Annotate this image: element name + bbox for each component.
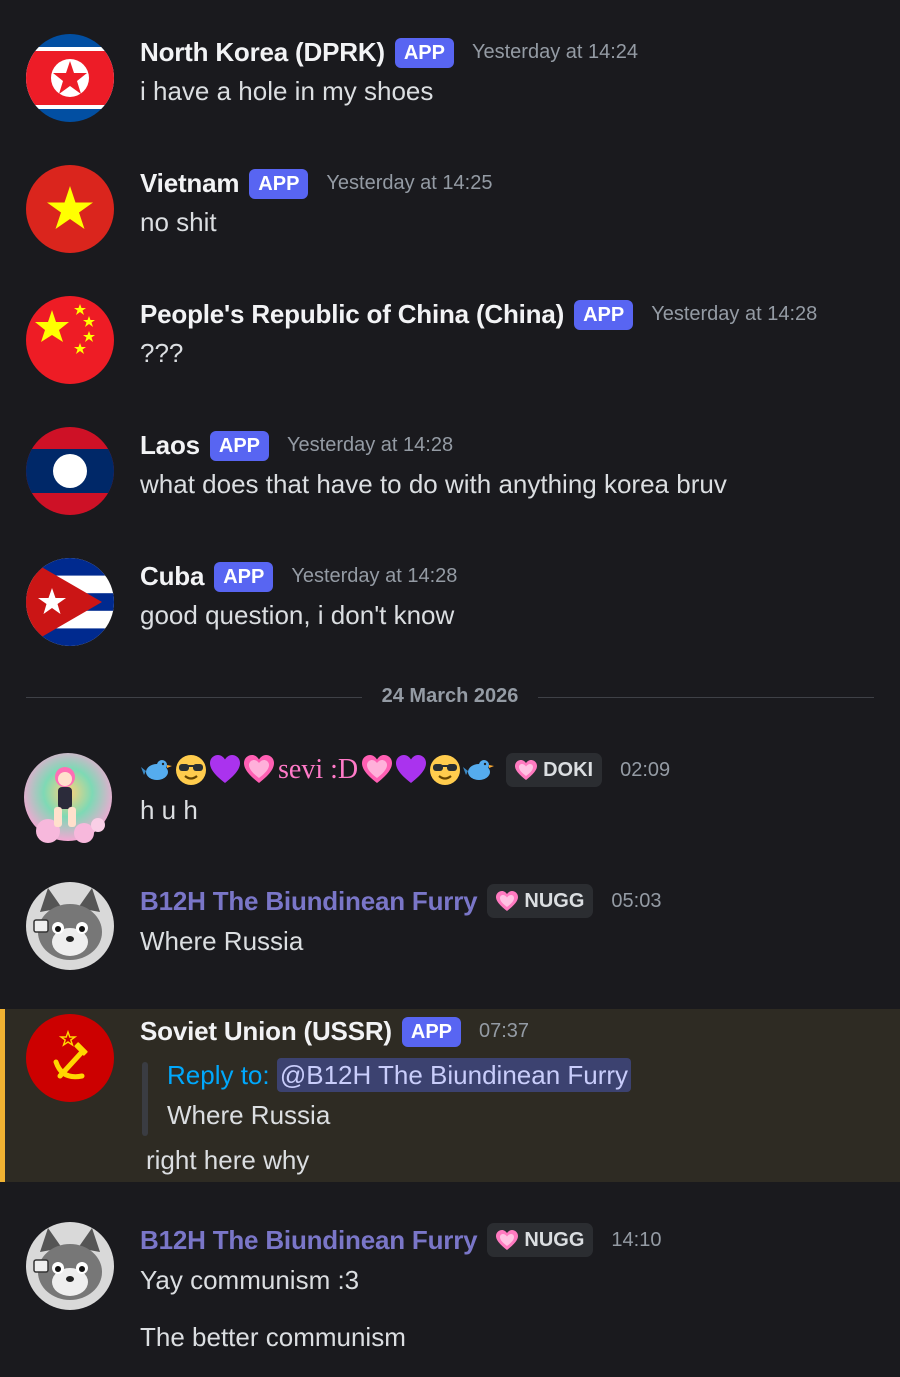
message-text: The better communism bbox=[140, 1322, 406, 1352]
reply-header[interactable]: Reply to: @B12H The Biundinean Furry bbox=[167, 1058, 632, 1092]
app-badge: APP bbox=[401, 1016, 461, 1047]
purple-heart-icon bbox=[210, 755, 240, 783]
app-badge: APP bbox=[249, 168, 309, 199]
author-name[interactable]: Soviet Union (USSR) bbox=[140, 1016, 392, 1047]
reply-quote-bar bbox=[142, 1062, 148, 1136]
message-text: h u h bbox=[140, 795, 198, 825]
tag-label: DOKI bbox=[543, 759, 594, 781]
app-badge: APP bbox=[574, 299, 634, 330]
message-text: what does that have to do with anything … bbox=[140, 469, 727, 499]
server-tag-badge[interactable]: NUGG bbox=[487, 1223, 594, 1257]
author-name[interactable]: Laos bbox=[140, 430, 200, 461]
date-divider: 24 March 2026 bbox=[26, 685, 874, 707]
reply-quoted-text: Where Russia bbox=[167, 1100, 331, 1130]
furry-avatar-icon[interactable] bbox=[26, 882, 114, 970]
timestamp: Yesterday at 14:28 bbox=[287, 434, 454, 456]
timestamp: 02:09 bbox=[620, 758, 671, 781]
bird-icon bbox=[463, 760, 495, 780]
laos-flag-icon[interactable] bbox=[26, 427, 114, 515]
furry-avatar-icon[interactable] bbox=[26, 1222, 114, 1310]
pink-heart-icon bbox=[515, 760, 538, 780]
message-text: Where Russia bbox=[140, 926, 304, 956]
divider-line-right bbox=[538, 697, 874, 698]
timestamp: Yesterday at 14:28 bbox=[651, 303, 818, 325]
app-badge: APP bbox=[214, 561, 274, 592]
soviet-flag-icon[interactable] bbox=[26, 1014, 114, 1102]
purple-heart-icon bbox=[396, 755, 427, 783]
cuba-flag-icon[interactable] bbox=[26, 558, 114, 646]
author-name[interactable]: Cuba bbox=[140, 561, 204, 592]
mention-highlight-bar bbox=[0, 1009, 5, 1182]
pink-heart-icon bbox=[496, 1230, 519, 1250]
message-text: ??? bbox=[140, 338, 184, 368]
reply-label: Reply to: bbox=[167, 1060, 270, 1090]
pink-heart-icon bbox=[496, 891, 519, 911]
message-text: Yay communism :3 bbox=[140, 1265, 360, 1295]
sparkling-heart-icon bbox=[244, 755, 274, 783]
timestamp: Yesterday at 14:24 bbox=[471, 41, 639, 63]
message-text: i have a hole in my shoes bbox=[140, 76, 434, 106]
message-text: right here why bbox=[146, 1145, 310, 1175]
server-tag-badge[interactable]: NUGG bbox=[487, 884, 594, 918]
sunglasses-face-icon bbox=[430, 755, 461, 785]
author-name[interactable]: Vietnam bbox=[140, 168, 239, 199]
app-badge: APP bbox=[209, 430, 270, 461]
china-flag-icon[interactable] bbox=[26, 296, 114, 384]
timestamp: Yesterday at 14:25 bbox=[326, 172, 493, 194]
timestamp: 14:10 bbox=[611, 1228, 662, 1251]
user-mention[interactable]: @B12H The Biundinean Furry bbox=[276, 1058, 632, 1092]
message-text: no shit bbox=[140, 207, 217, 237]
vietnam-flag-icon[interactable] bbox=[26, 165, 114, 253]
timestamp: 07:37 bbox=[479, 1020, 530, 1042]
tag-label: NUGG bbox=[524, 890, 585, 912]
timestamp: 05:03 bbox=[611, 889, 662, 912]
north-korea-flag-icon[interactable] bbox=[26, 34, 114, 122]
server-tag-badge[interactable]: DOKI bbox=[506, 753, 603, 787]
decorated-author-name[interactable]: sevi :D bbox=[140, 753, 496, 787]
timestamp: Yesterday at 14:28 bbox=[291, 565, 458, 587]
app-badge: APP bbox=[394, 37, 454, 68]
author-name[interactable]: sevi :D bbox=[278, 754, 358, 786]
author-name[interactable]: People's Republic of China (China) bbox=[140, 299, 564, 330]
sparkling-heart-icon bbox=[362, 755, 393, 783]
sunglasses-face-icon bbox=[176, 755, 206, 785]
author-name[interactable]: North Korea (DPRK) bbox=[140, 37, 385, 68]
author-name[interactable]: B12H The Biundinean Furry bbox=[140, 1225, 478, 1256]
message-text: good question, i don't know bbox=[140, 600, 455, 630]
bird-icon bbox=[141, 760, 172, 780]
author-name[interactable]: B12H The Biundinean Furry bbox=[140, 886, 478, 917]
anime-avatar[interactable] bbox=[18, 751, 114, 847]
tag-label: NUGG bbox=[524, 1229, 585, 1251]
